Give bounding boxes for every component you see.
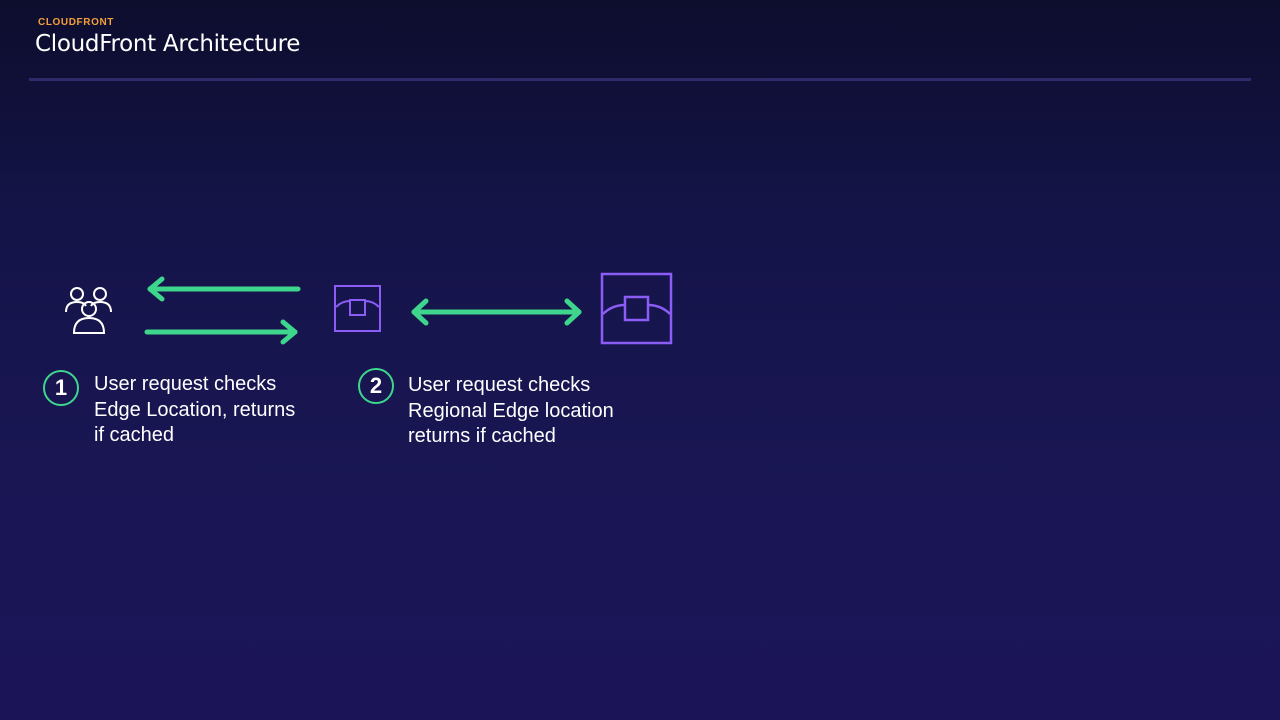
step-2-text: User request checks Regional Edge locati… [408, 374, 614, 447]
architecture-diagram [65, 272, 673, 345]
step-1-text: User request checks Edge Location, retur… [94, 373, 296, 446]
double-arrow-icon [411, 298, 582, 326]
edge-location-icon [334, 285, 381, 332]
arrow-left-icon [147, 276, 301, 302]
arrow-right-icon [144, 319, 298, 345]
regional-edge-cache-icon [600, 272, 673, 345]
users-group-icon [65, 287, 112, 334]
step-1-badge: 1 [43, 370, 79, 406]
step-2-badge: 2 [358, 368, 394, 404]
